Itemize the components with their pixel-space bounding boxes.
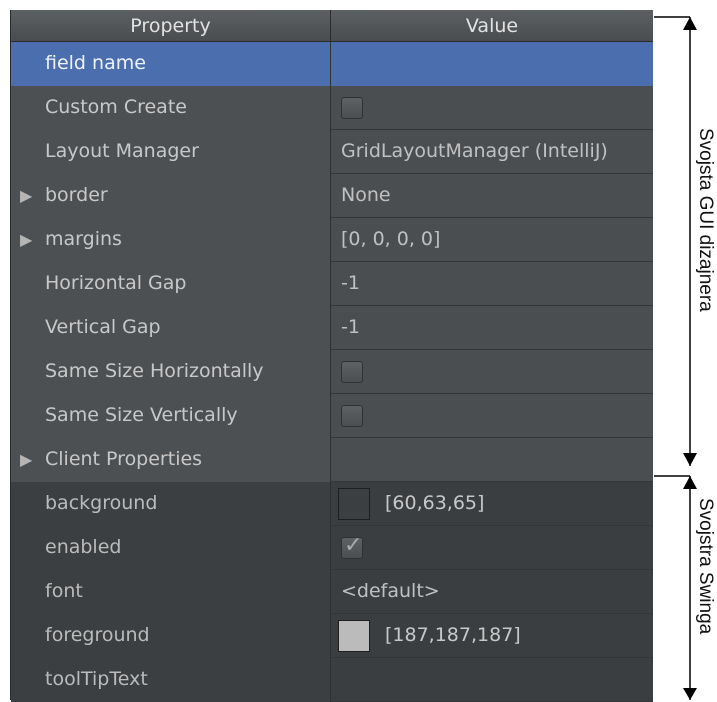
gui-arrowhead-up [683,17,697,30]
value-cell[interactable]: -1 [331,306,653,350]
swing-arrowhead-up [683,476,697,489]
property-row[interactable]: ▶ margins [0, 0, 0, 0] [11,218,653,262]
property-row[interactable]: Same Size Horizontally [11,350,653,394]
property-value: <default> [341,580,440,602]
column-header-value[interactable]: Value [331,10,653,42]
property-row[interactable]: background [60,63,65] [11,482,653,526]
property-label: Same Size Vertically [45,404,238,426]
property-cell[interactable]: ▶ margins [11,218,331,262]
property-cell[interactable]: font [11,570,331,614]
gui-arrowhead-down [683,453,697,466]
value-cell[interactable] [331,42,653,86]
property-row[interactable]: enabled ✓ [11,526,653,570]
color-value: [187,187,187] [385,624,521,646]
property-label: border [45,184,108,206]
property-row[interactable]: foreground [187,187,187] [11,614,653,658]
checkbox[interactable] [341,405,363,427]
value-cell[interactable]: None [331,174,653,218]
property-row[interactable]: toolTipText [11,658,653,702]
property-row[interactable]: font <default> [11,570,653,614]
property-cell[interactable]: Vertical Gap [11,306,331,350]
property-cell[interactable]: foreground [11,614,331,658]
annotation-gui-designer: Svojsta GUI dizajnera [695,128,716,312]
property-label: margins [45,228,122,250]
table-header: Property Value [11,10,653,42]
property-label: Layout Manager [45,140,199,162]
column-header-property[interactable]: Property [11,10,331,42]
property-row[interactable]: ▶ border None [11,174,653,218]
checkbox[interactable] [341,361,363,383]
property-row[interactable]: ▶ Client Properties [11,438,653,482]
color-swatch[interactable] [338,488,370,520]
value-cell[interactable] [331,394,653,438]
property-label: Horizontal Gap [45,272,187,294]
value-cell[interactable]: [0, 0, 0, 0] [331,218,653,262]
value-cell[interactable] [331,86,653,130]
triangle-right-icon[interactable]: ▶ [20,218,32,261]
property-row[interactable]: Horizontal Gap -1 [11,262,653,306]
triangle-right-icon[interactable]: ▶ [20,174,32,217]
property-value: -1 [341,272,360,294]
triangle-right-icon[interactable]: ▶ [20,438,32,481]
property-row[interactable]: field name [11,42,653,86]
property-label: foreground [45,624,150,646]
value-cell[interactable]: GridLayoutManager (IntelliJ) [331,130,653,174]
property-table: Property Value field name Custom Create La… [10,10,653,702]
property-label: Client Properties [45,448,203,470]
annotation-swing: Svojstra Swinga [695,498,716,635]
property-cell[interactable]: Custom Create [11,86,331,130]
value-cell[interactable] [331,438,653,482]
checkbox[interactable]: ✓ [341,533,363,559]
property-label: font [45,580,83,602]
property-cell[interactable]: Same Size Vertically [11,394,331,438]
property-value: None [341,184,391,206]
property-row[interactable]: Vertical Gap -1 [11,306,653,350]
property-cell[interactable]: toolTipText [11,658,331,702]
swing-arrowhead-down [683,688,697,700]
value-cell[interactable] [331,350,653,394]
property-label: Same Size Horizontally [45,360,264,382]
value-cell[interactable]: [187,187,187] [331,614,653,658]
property-label: Custom Create [45,96,187,118]
value-cell[interactable]: ✓ [331,526,653,570]
checkbox[interactable] [341,97,363,119]
property-cell[interactable]: background [11,482,331,526]
color-value: [60,63,65] [385,492,485,514]
value-cell[interactable]: <default> [331,570,653,614]
property-row[interactable]: Layout Manager GridLayoutManager (Intelli… [11,130,653,174]
checkmark-icon: ✓ [344,533,363,558]
property-row[interactable]: Custom Create [11,86,653,130]
property-cell[interactable]: ▶ border [11,174,331,218]
property-value: -1 [341,316,360,338]
value-cell[interactable]: -1 [331,262,653,306]
property-cell[interactable]: Same Size Horizontally [11,350,331,394]
property-label: field name [45,52,146,74]
property-cell[interactable]: field name [11,42,331,86]
property-label: background [45,492,158,514]
property-value: GridLayoutManager (IntelliJ) [341,140,608,162]
property-label: Vertical Gap [45,316,161,338]
property-value: [0, 0, 0, 0] [341,228,441,250]
value-cell[interactable] [331,658,653,702]
color-swatch[interactable] [338,620,370,652]
property-cell[interactable]: enabled [11,526,331,570]
property-label: enabled [45,536,122,558]
property-cell[interactable]: Horizontal Gap [11,262,331,306]
value-cell[interactable]: [60,63,65] [331,482,653,526]
property-label: toolTipText [45,668,148,690]
property-cell[interactable]: Layout Manager [11,130,331,174]
property-row[interactable]: Same Size Vertically [11,394,653,438]
property-cell[interactable]: ▶ Client Properties [11,438,331,482]
